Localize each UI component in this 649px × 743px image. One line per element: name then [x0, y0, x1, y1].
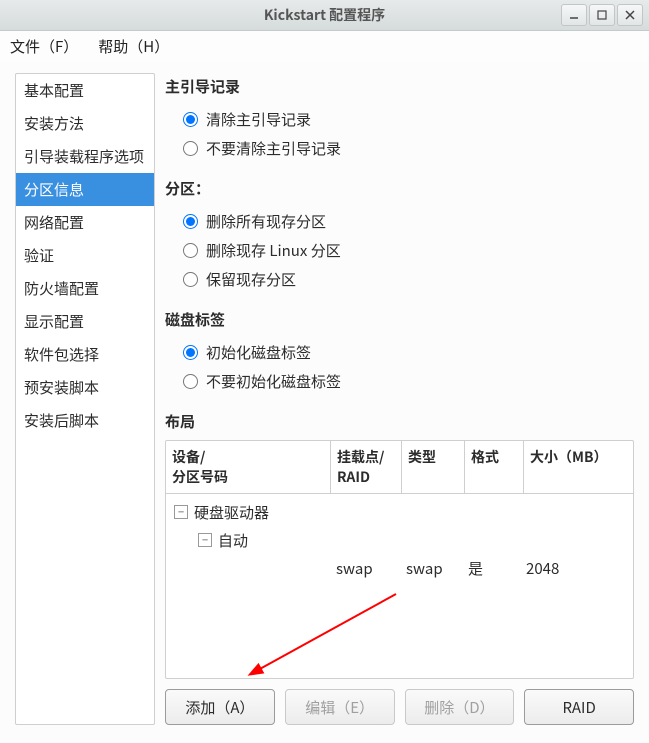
- radio-part-keep-input[interactable]: [183, 272, 198, 287]
- section-disklabel-title: 磁盘标签: [165, 309, 634, 330]
- radio-disklabel-init-input[interactable]: [183, 345, 198, 360]
- radio-part-linux-label: 删除现存 Linux 分区: [206, 240, 341, 261]
- tree-auto-label: 自动: [218, 530, 248, 551]
- col-mount[interactable]: 挂载点/ RAID: [331, 441, 402, 493]
- radio-part-all-input[interactable]: [183, 214, 198, 229]
- sidebar-item-partition[interactable]: 分区信息: [16, 173, 154, 206]
- radio-mbr-keep[interactable]: 不要清除主引导记录: [183, 138, 634, 159]
- main-pane: 主引导记录 清除主引导记录 不要清除主引导记录 分区： 删除所有现存分区 删除现…: [165, 73, 634, 725]
- sidebar-item-bootloader[interactable]: 引导装载程序选项: [16, 140, 154, 173]
- layout-panel: 设备/ 分区号码 挂载点/ RAID 类型 格式 大小（MB） − 硬盘驱动器 …: [165, 440, 634, 679]
- section-mbr-title: 主引导记录: [165, 76, 634, 97]
- cell-format: 是: [462, 558, 520, 579]
- radio-disklabel-init-label: 初始化磁盘标签: [206, 342, 311, 363]
- sidebar-item-basic[interactable]: 基本配置: [16, 74, 154, 107]
- menu-file[interactable]: 文件（F）: [10, 36, 78, 57]
- minimize-icon: [569, 10, 579, 20]
- col-size[interactable]: 大小（MB）: [524, 441, 633, 493]
- delete-button[interactable]: 删除（D）: [405, 689, 515, 725]
- tree-row-disk[interactable]: − 硬盘驱动器: [166, 498, 633, 526]
- layout-tree[interactable]: − 硬盘驱动器 − 自动 swap swap 是 2048: [166, 494, 633, 678]
- menu-bar: 文件（F） 帮助（H）: [0, 31, 649, 61]
- collapse-icon[interactable]: −: [198, 533, 212, 547]
- window-controls: [561, 0, 643, 30]
- tree-row-auto[interactable]: − 自动: [166, 526, 633, 554]
- col-format[interactable]: 格式: [465, 441, 524, 493]
- annotation-arrow: [246, 588, 406, 678]
- close-button[interactable]: [617, 4, 643, 26]
- section-partitions-title: 分区：: [165, 178, 634, 199]
- cell-mount: swap: [330, 558, 400, 579]
- cell-size: 2048: [520, 558, 633, 579]
- edit-button[interactable]: 编辑（E）: [285, 689, 395, 725]
- sidebar-item-prescript[interactable]: 预安装脚本: [16, 371, 154, 404]
- title-bar: Kickstart 配置程序: [0, 0, 649, 31]
- radio-mbr-keep-input[interactable]: [183, 141, 198, 156]
- sidebar: 基本配置 安装方法 引导装载程序选项 分区信息 网络配置 验证 防火墙配置 显示…: [15, 73, 155, 725]
- radio-part-keep[interactable]: 保留现存分区: [183, 269, 634, 290]
- radio-part-all[interactable]: 删除所有现存分区: [183, 211, 634, 232]
- kickstart-window: Kickstart 配置程序 文件（F） 帮助（H） 基本配置 安装方法 引导装…: [0, 0, 649, 743]
- maximize-icon: [597, 10, 607, 20]
- radio-part-linux[interactable]: 删除现存 Linux 分区: [183, 240, 634, 261]
- close-icon: [625, 10, 635, 20]
- sidebar-item-firewall[interactable]: 防火墙配置: [16, 272, 154, 305]
- sidebar-item-install[interactable]: 安装方法: [16, 107, 154, 140]
- radio-mbr-clear-input[interactable]: [183, 112, 198, 127]
- sidebar-item-packages[interactable]: 软件包选择: [16, 338, 154, 371]
- radio-part-all-label: 删除所有现存分区: [206, 211, 326, 232]
- radio-mbr-keep-label: 不要清除主引导记录: [206, 138, 341, 159]
- sidebar-item-postscript[interactable]: 安装后脚本: [16, 404, 154, 437]
- radio-disklabel-keep-label: 不要初始化磁盘标签: [206, 371, 341, 392]
- maximize-button[interactable]: [589, 4, 615, 26]
- radio-disklabel-keep-input[interactable]: [183, 374, 198, 389]
- main-body: 基本配置 安装方法 引导装载程序选项 分区信息 网络配置 验证 防火墙配置 显示…: [0, 61, 649, 743]
- sidebar-item-auth[interactable]: 验证: [16, 239, 154, 272]
- minimize-button[interactable]: [561, 4, 587, 26]
- col-type[interactable]: 类型: [402, 441, 465, 493]
- radio-part-keep-label: 保留现存分区: [206, 269, 296, 290]
- radio-mbr-clear-label: 清除主引导记录: [206, 109, 311, 130]
- button-bar: 添加（A） 编辑（E） 删除（D） RAID: [165, 679, 634, 725]
- sidebar-item-display[interactable]: 显示配置: [16, 305, 154, 338]
- menu-help[interactable]: 帮助（H）: [98, 36, 169, 57]
- radio-disklabel-keep[interactable]: 不要初始化磁盘标签: [183, 371, 634, 392]
- radio-mbr-clear[interactable]: 清除主引导记录: [183, 109, 634, 130]
- section-layout-title: 布局: [165, 411, 634, 432]
- layout-columns: 设备/ 分区号码 挂载点/ RAID 类型 格式 大小（MB）: [166, 441, 633, 494]
- window-title: Kickstart 配置程序: [264, 5, 385, 25]
- add-button[interactable]: 添加（A）: [165, 689, 275, 725]
- radio-part-linux-input[interactable]: [183, 243, 198, 258]
- tree-disk-label: 硬盘驱动器: [194, 502, 269, 523]
- sidebar-item-network[interactable]: 网络配置: [16, 206, 154, 239]
- radio-disklabel-init[interactable]: 初始化磁盘标签: [183, 342, 634, 363]
- cell-type: swap: [400, 558, 462, 579]
- collapse-icon[interactable]: −: [174, 505, 188, 519]
- tree-row-data[interactable]: swap swap 是 2048: [166, 554, 633, 582]
- col-device[interactable]: 设备/ 分区号码: [166, 441, 331, 493]
- raid-button[interactable]: RAID: [524, 689, 634, 725]
